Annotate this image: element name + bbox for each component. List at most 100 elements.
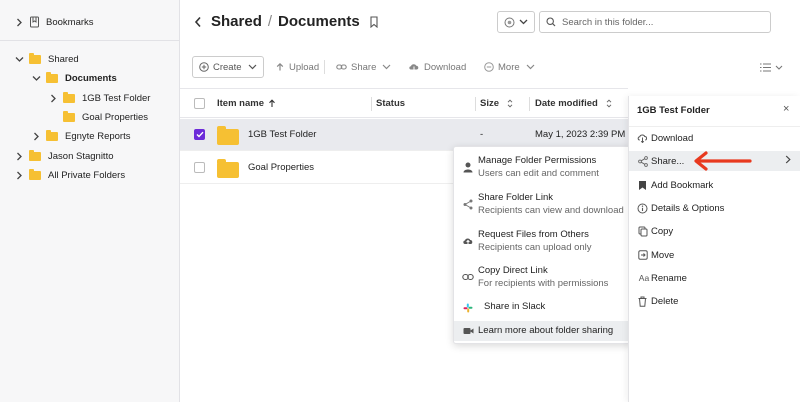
menu-item-subtitle: Recipients can view and download [478,205,624,216]
more-button[interactable]: More [484,56,535,78]
chevron-right-icon[interactable] [31,131,41,141]
share-label: Share [351,61,377,73]
panel-action-delete[interactable]: Delete [629,291,800,311]
panel-action-label: Copy [651,225,674,237]
chevron-down-icon[interactable] [14,54,24,64]
upload-label: Upload [289,61,320,73]
download-button[interactable]: Download [408,56,466,78]
sidebar-item-documents[interactable]: Documents [31,69,117,87]
menu-item-title: Copy Direct Link [478,265,548,276]
menu-item-share-folder-link[interactable]: Share Folder Link Recipients can view an… [454,188,631,220]
back-chevron-icon[interactable] [194,16,202,28]
column-header-status[interactable]: Status [376,98,405,109]
chevron-right-icon[interactable] [14,151,24,161]
sidebar-item-label: All Private Folders [48,169,126,181]
link-icon [336,63,347,71]
menu-item-share-in-slack[interactable]: Share in Slack [454,298,631,318]
column-header-name[interactable]: Item name [217,98,276,109]
folder-icon [29,149,41,161]
sidebar-bookmarks-label: Bookmarks [46,16,94,28]
menu-item-manage-folder-permissions[interactable]: Manage Folder Permissions Users can edit… [454,151,631,183]
panel-action-label: Delete [651,295,679,307]
share-menu: Manage Folder Permissions Users can edit… [453,146,632,344]
list-view-button[interactable] [760,56,783,78]
sidebar-item-label: 1GB Test Folder [82,92,151,104]
column-separator[interactable] [371,97,372,111]
sidebar-item-shared[interactable]: Shared [14,50,79,68]
row-name[interactable]: Goal Properties [248,162,314,173]
panel-action-label: Add Bookmark [651,179,714,191]
view-selector[interactable] [497,11,535,33]
upload-button[interactable]: Upload [275,56,319,78]
menu-item-title: Request Files from Others [478,229,589,240]
panel-action-download[interactable]: Download [629,128,800,148]
panel-action-label: Move [651,249,675,261]
bookmark-icon [29,16,40,28]
row-checkbox[interactable] [194,129,205,140]
sidebar: Bookmarks Shared Documents 1GB Test Fold… [0,0,180,402]
column-header-size[interactable]: Size [480,98,513,109]
sidebar-item-goal-properties[interactable]: Goal Properties [63,108,148,126]
folder-icon [63,91,75,103]
folder-icon [29,52,41,64]
menu-item-title: Share in Slack [484,301,546,312]
menu-item-subtitle: For recipients with permissions [478,278,609,289]
sidebar-item-egnyte-reports[interactable]: Egnyte Reports [31,127,130,145]
sidebar-bookmarks[interactable]: Bookmarks [14,13,94,31]
close-icon[interactable]: × [783,103,789,115]
row-checkbox[interactable] [194,162,205,173]
more-circle-icon [484,62,494,72]
move-icon [637,250,648,261]
check-icon [196,131,204,138]
sidebar-item-all-private-folders[interactable]: All Private Folders [14,166,125,184]
panel-action-copy[interactable]: Copy [629,221,800,241]
menu-item-request-files[interactable]: Request Files from Others Recipients can… [454,225,631,257]
sort-up-icon [268,99,276,108]
panel-action-details[interactable]: Details & Options [629,198,800,218]
chevron-down-icon[interactable] [31,73,41,83]
upload-icon [275,62,285,72]
sidebar-divider [0,40,179,41]
share-icon [462,198,474,210]
panel-action-label: Rename [651,272,687,284]
sidebar-item-1gb-test-folder[interactable]: 1GB Test Folder [48,89,150,107]
menu-item-title: Learn more about folder sharing [478,325,614,336]
chevron-right-icon[interactable] [14,170,24,180]
select-all-checkbox[interactable] [194,98,205,109]
menu-item-copy-direct-link[interactable]: Copy Direct Link For recipients with per… [454,261,631,293]
panel-action-rename[interactable]: Aa Rename [629,268,800,288]
chevron-right-icon[interactable] [48,93,58,103]
search-box[interactable] [539,11,771,33]
search-input[interactable] [562,16,762,28]
download-label: Download [424,61,467,73]
link-icon [462,271,474,283]
folder-icon [46,129,58,141]
breadcrumb-parent[interactable]: Shared [211,13,262,30]
folder-icon [217,126,239,145]
column-header-label: Item name [217,98,264,109]
panel-action-move[interactable]: Move [629,245,800,265]
copy-icon [637,226,648,237]
menu-item-title: Manage Folder Permissions [478,155,597,166]
column-separator[interactable] [529,97,530,111]
share-button[interactable]: Share [336,56,391,78]
panel-action-label: Download [651,132,694,144]
bookmark-icon[interactable] [369,15,379,28]
toolbar-divider [324,60,325,74]
column-header-label: Date modified [535,98,598,109]
slack-icon [462,302,474,314]
column-separator[interactable] [475,97,476,111]
trash-icon [637,296,648,307]
sidebar-item-label: Jason Stagnitto [48,150,114,162]
column-header-date[interactable]: Date modified [535,98,612,109]
sidebar-item-jason-stagnitto[interactable]: Jason Stagnitto [14,147,114,165]
panel-action-label: Share... [651,155,685,167]
menu-item-subtitle: Recipients can upload only [478,242,592,253]
row-name[interactable]: 1GB Test Folder [248,129,316,140]
create-button[interactable]: Create [192,56,264,78]
menu-item-learn-more[interactable]: Learn more about folder sharing [454,321,631,341]
sort-both-icon [507,99,513,108]
panel-action-add-bookmark[interactable]: Add Bookmark [629,175,800,195]
info-icon [637,203,648,214]
row-size: - [480,129,484,140]
